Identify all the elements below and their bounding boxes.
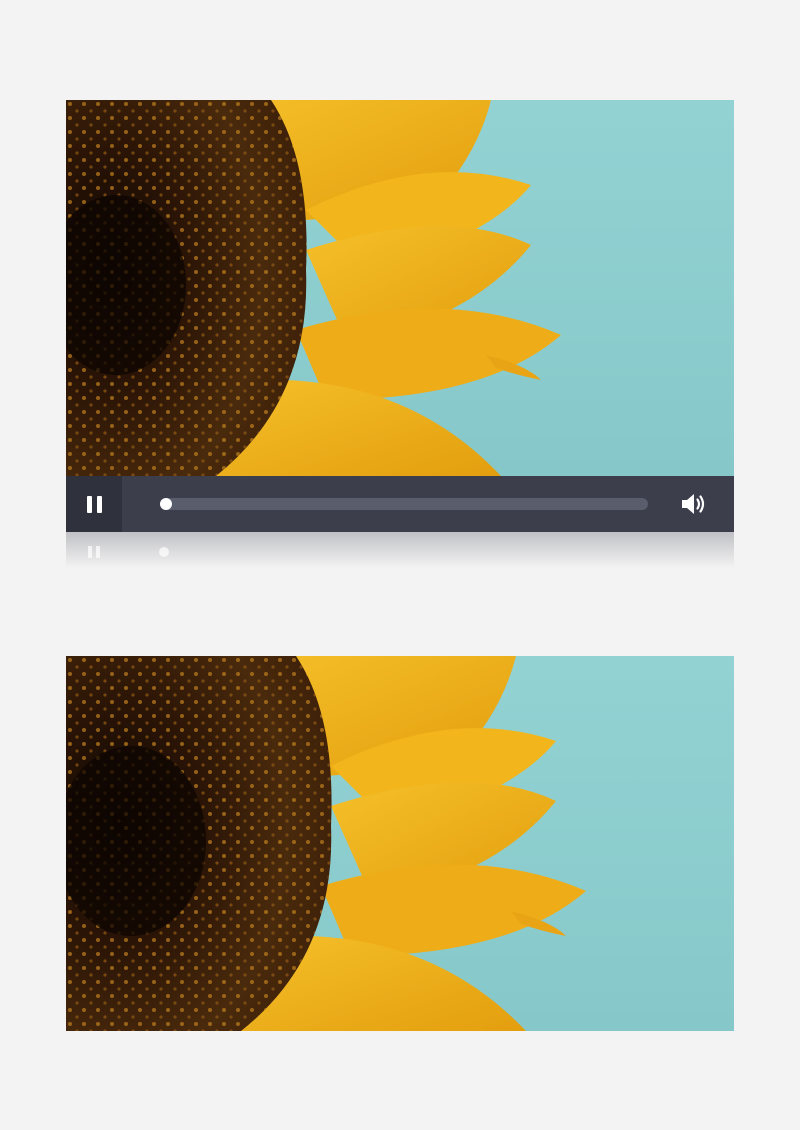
video-controls [66, 476, 734, 532]
reflection-mark [159, 547, 169, 557]
sunflower-image [66, 100, 734, 476]
reflection-mark [96, 546, 100, 558]
video-preview-frame [66, 656, 734, 1031]
video-frame[interactable] [66, 100, 734, 476]
controls-reflection [66, 532, 734, 568]
volume-icon [682, 494, 705, 514]
sunflower-image [66, 656, 734, 1031]
pause-icon [86, 495, 92, 513]
reflection-mark [88, 546, 92, 558]
progress-bar[interactable] [160, 498, 648, 510]
volume-button[interactable] [678, 490, 708, 518]
pause-icon-bar [96, 495, 102, 513]
pause-button[interactable] [66, 476, 122, 532]
progress-knob[interactable] [160, 498, 172, 510]
